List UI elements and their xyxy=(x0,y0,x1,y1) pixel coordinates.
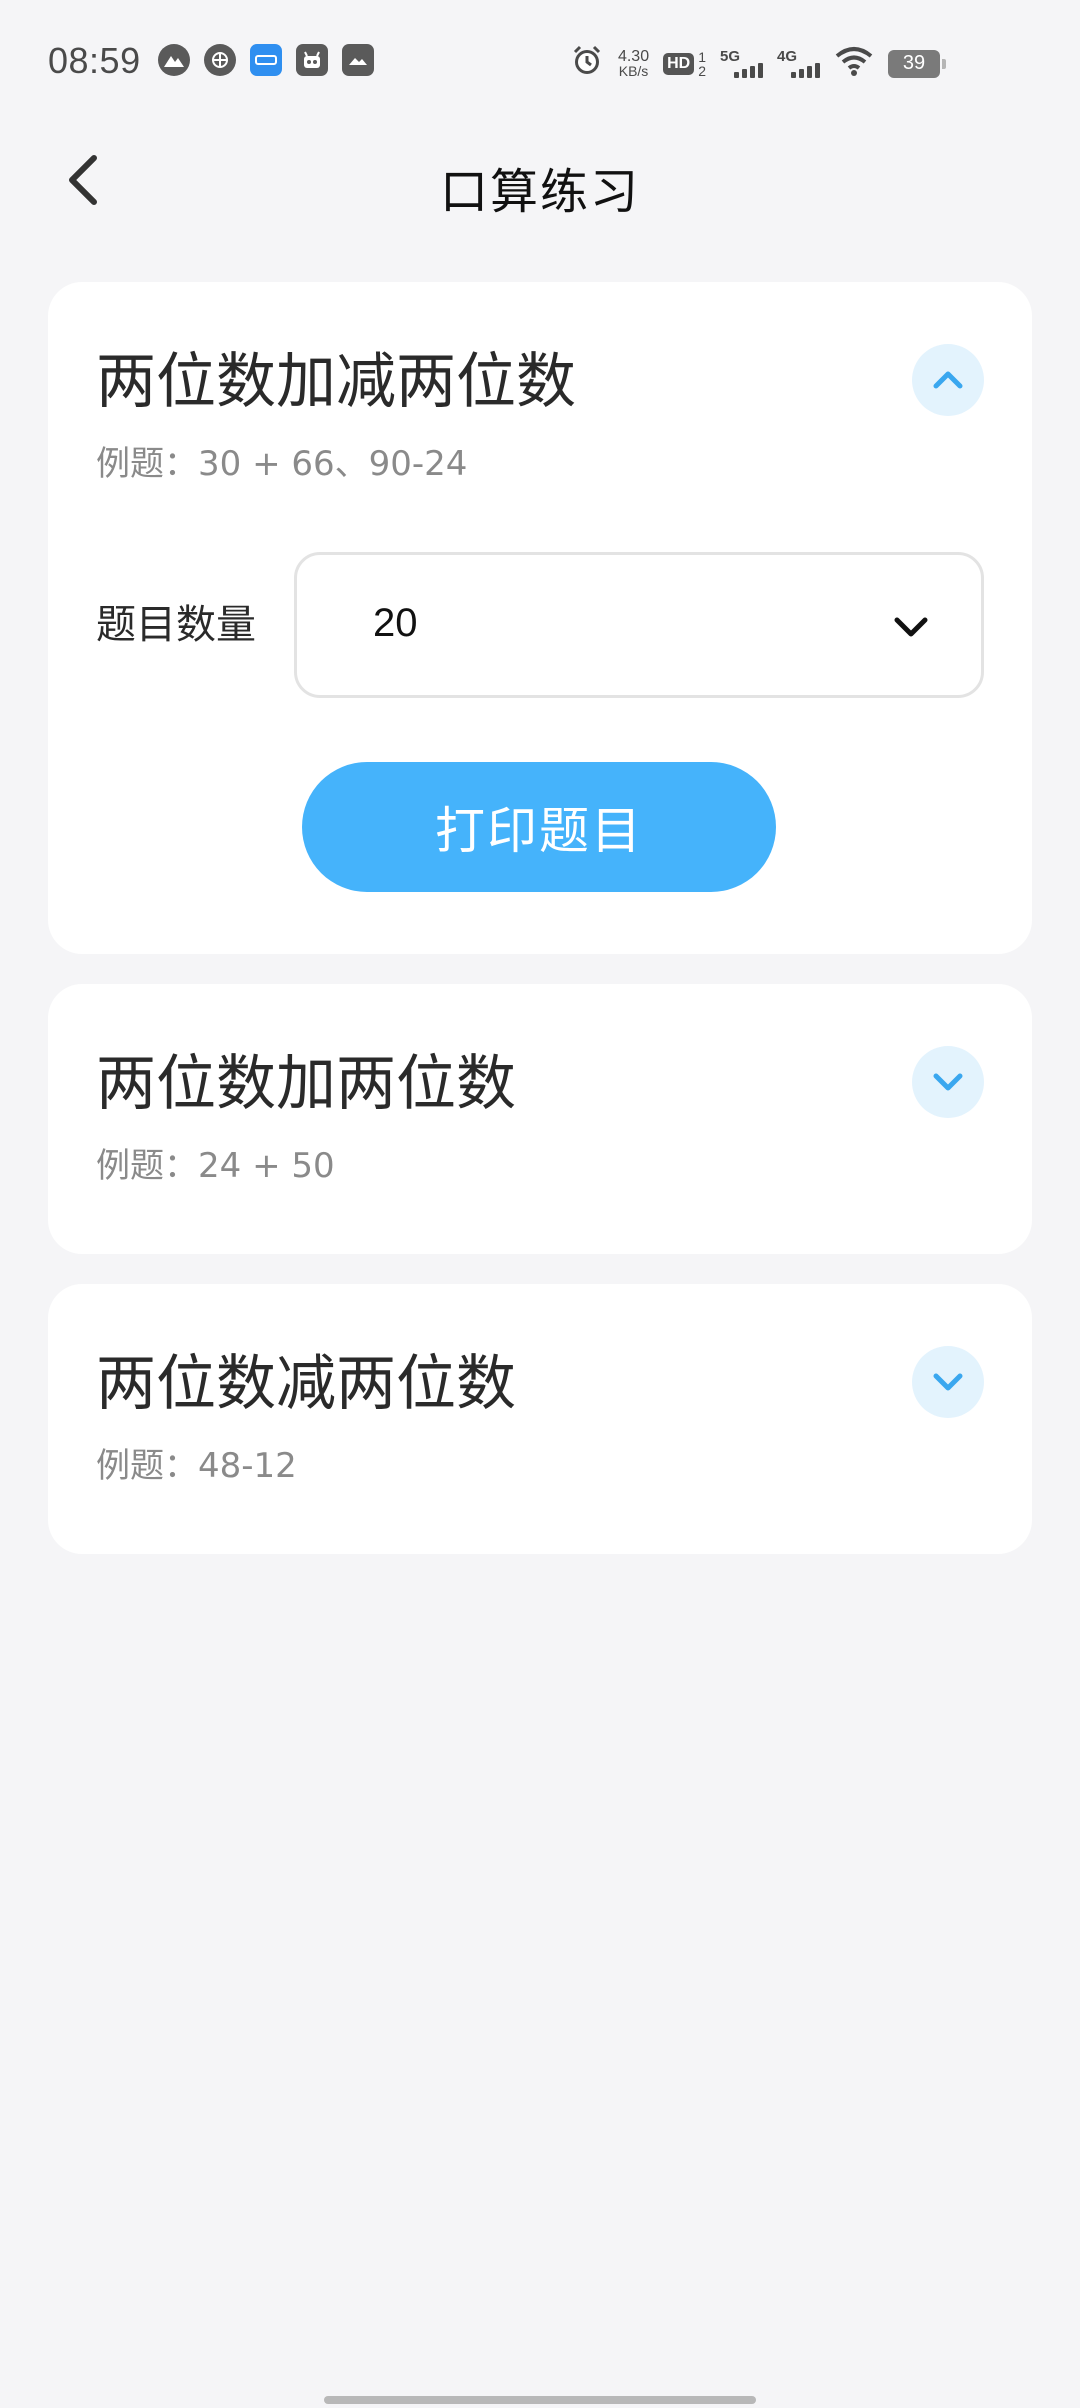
card-example: 例题：24 + 50 xyxy=(96,1146,335,1186)
page-title: 口算练习 xyxy=(439,164,640,220)
question-count-select[interactable]: 20 xyxy=(294,552,984,698)
chevron-down-icon xyxy=(933,1073,963,1091)
collapse-button[interactable] xyxy=(912,344,984,416)
signal-4g: 4G xyxy=(777,49,820,78)
signal-bars-icon xyxy=(791,62,820,78)
robot-app-icon xyxy=(296,44,328,76)
battery-icon: 39 xyxy=(888,49,946,78)
exercise-card-add-subtract[interactable]: 两位数加减两位数 例题：30 + 66、90-24 题目数量 20 打印题目 xyxy=(48,282,1032,954)
network-speed-value: 4.30 xyxy=(617,47,650,65)
blue-app-icon xyxy=(250,44,282,76)
sim1-label: 1 xyxy=(698,48,706,65)
chevron-down-icon xyxy=(933,1373,963,1391)
signal-bars-icon xyxy=(734,62,763,78)
card-example: 例题：48-12 xyxy=(96,1446,297,1486)
card-title: 两位数减两位数 xyxy=(96,1349,516,1419)
header: 口算练习 xyxy=(0,128,1080,232)
expand-button[interactable] xyxy=(912,1346,984,1418)
question-count-label: 题目数量 xyxy=(96,602,256,648)
hd-badge: HD xyxy=(663,52,695,75)
image-app-icon xyxy=(342,44,374,76)
alarm-icon xyxy=(570,44,604,83)
print-questions-button[interactable]: 打印题目 xyxy=(302,762,776,892)
status-time: 08:59 xyxy=(48,40,141,81)
question-count-value: 20 xyxy=(373,601,418,645)
battery-level: 39 xyxy=(902,52,926,74)
exercise-card-add[interactable]: 两位数加两位数 例题：24 + 50 xyxy=(48,984,1032,1254)
card-title: 两位数加减两位数 xyxy=(96,347,576,417)
network-speed-unit: KB/s xyxy=(618,62,649,79)
status-bar: 08:59 4.30 KB/s HD 1 2 5G 4G 39 xyxy=(0,0,1080,128)
sim-indicator: 1 2 xyxy=(698,50,706,78)
wifi-icon xyxy=(834,46,874,81)
mountain-app-icon xyxy=(158,44,190,76)
home-indicator[interactable] xyxy=(324,2396,756,2404)
cellular-app-icon xyxy=(204,44,236,76)
chevron-up-icon xyxy=(933,371,963,389)
chevron-down-icon xyxy=(894,617,928,637)
expand-button[interactable] xyxy=(912,1046,984,1118)
network-speed: 4.30 KB/s xyxy=(617,47,650,79)
card-example: 例题：30 + 66、90-24 xyxy=(96,444,468,484)
sim2-label: 2 xyxy=(698,62,706,79)
signal-5g: 5G xyxy=(720,49,763,78)
card-title: 两位数加两位数 xyxy=(96,1049,516,1119)
exercise-card-subtract[interactable]: 两位数减两位数 例题：48-12 xyxy=(48,1284,1032,1554)
status-app-icons xyxy=(158,44,374,76)
status-indicators: 4.30 KB/s HD 1 2 5G 4G 39 xyxy=(570,44,946,83)
